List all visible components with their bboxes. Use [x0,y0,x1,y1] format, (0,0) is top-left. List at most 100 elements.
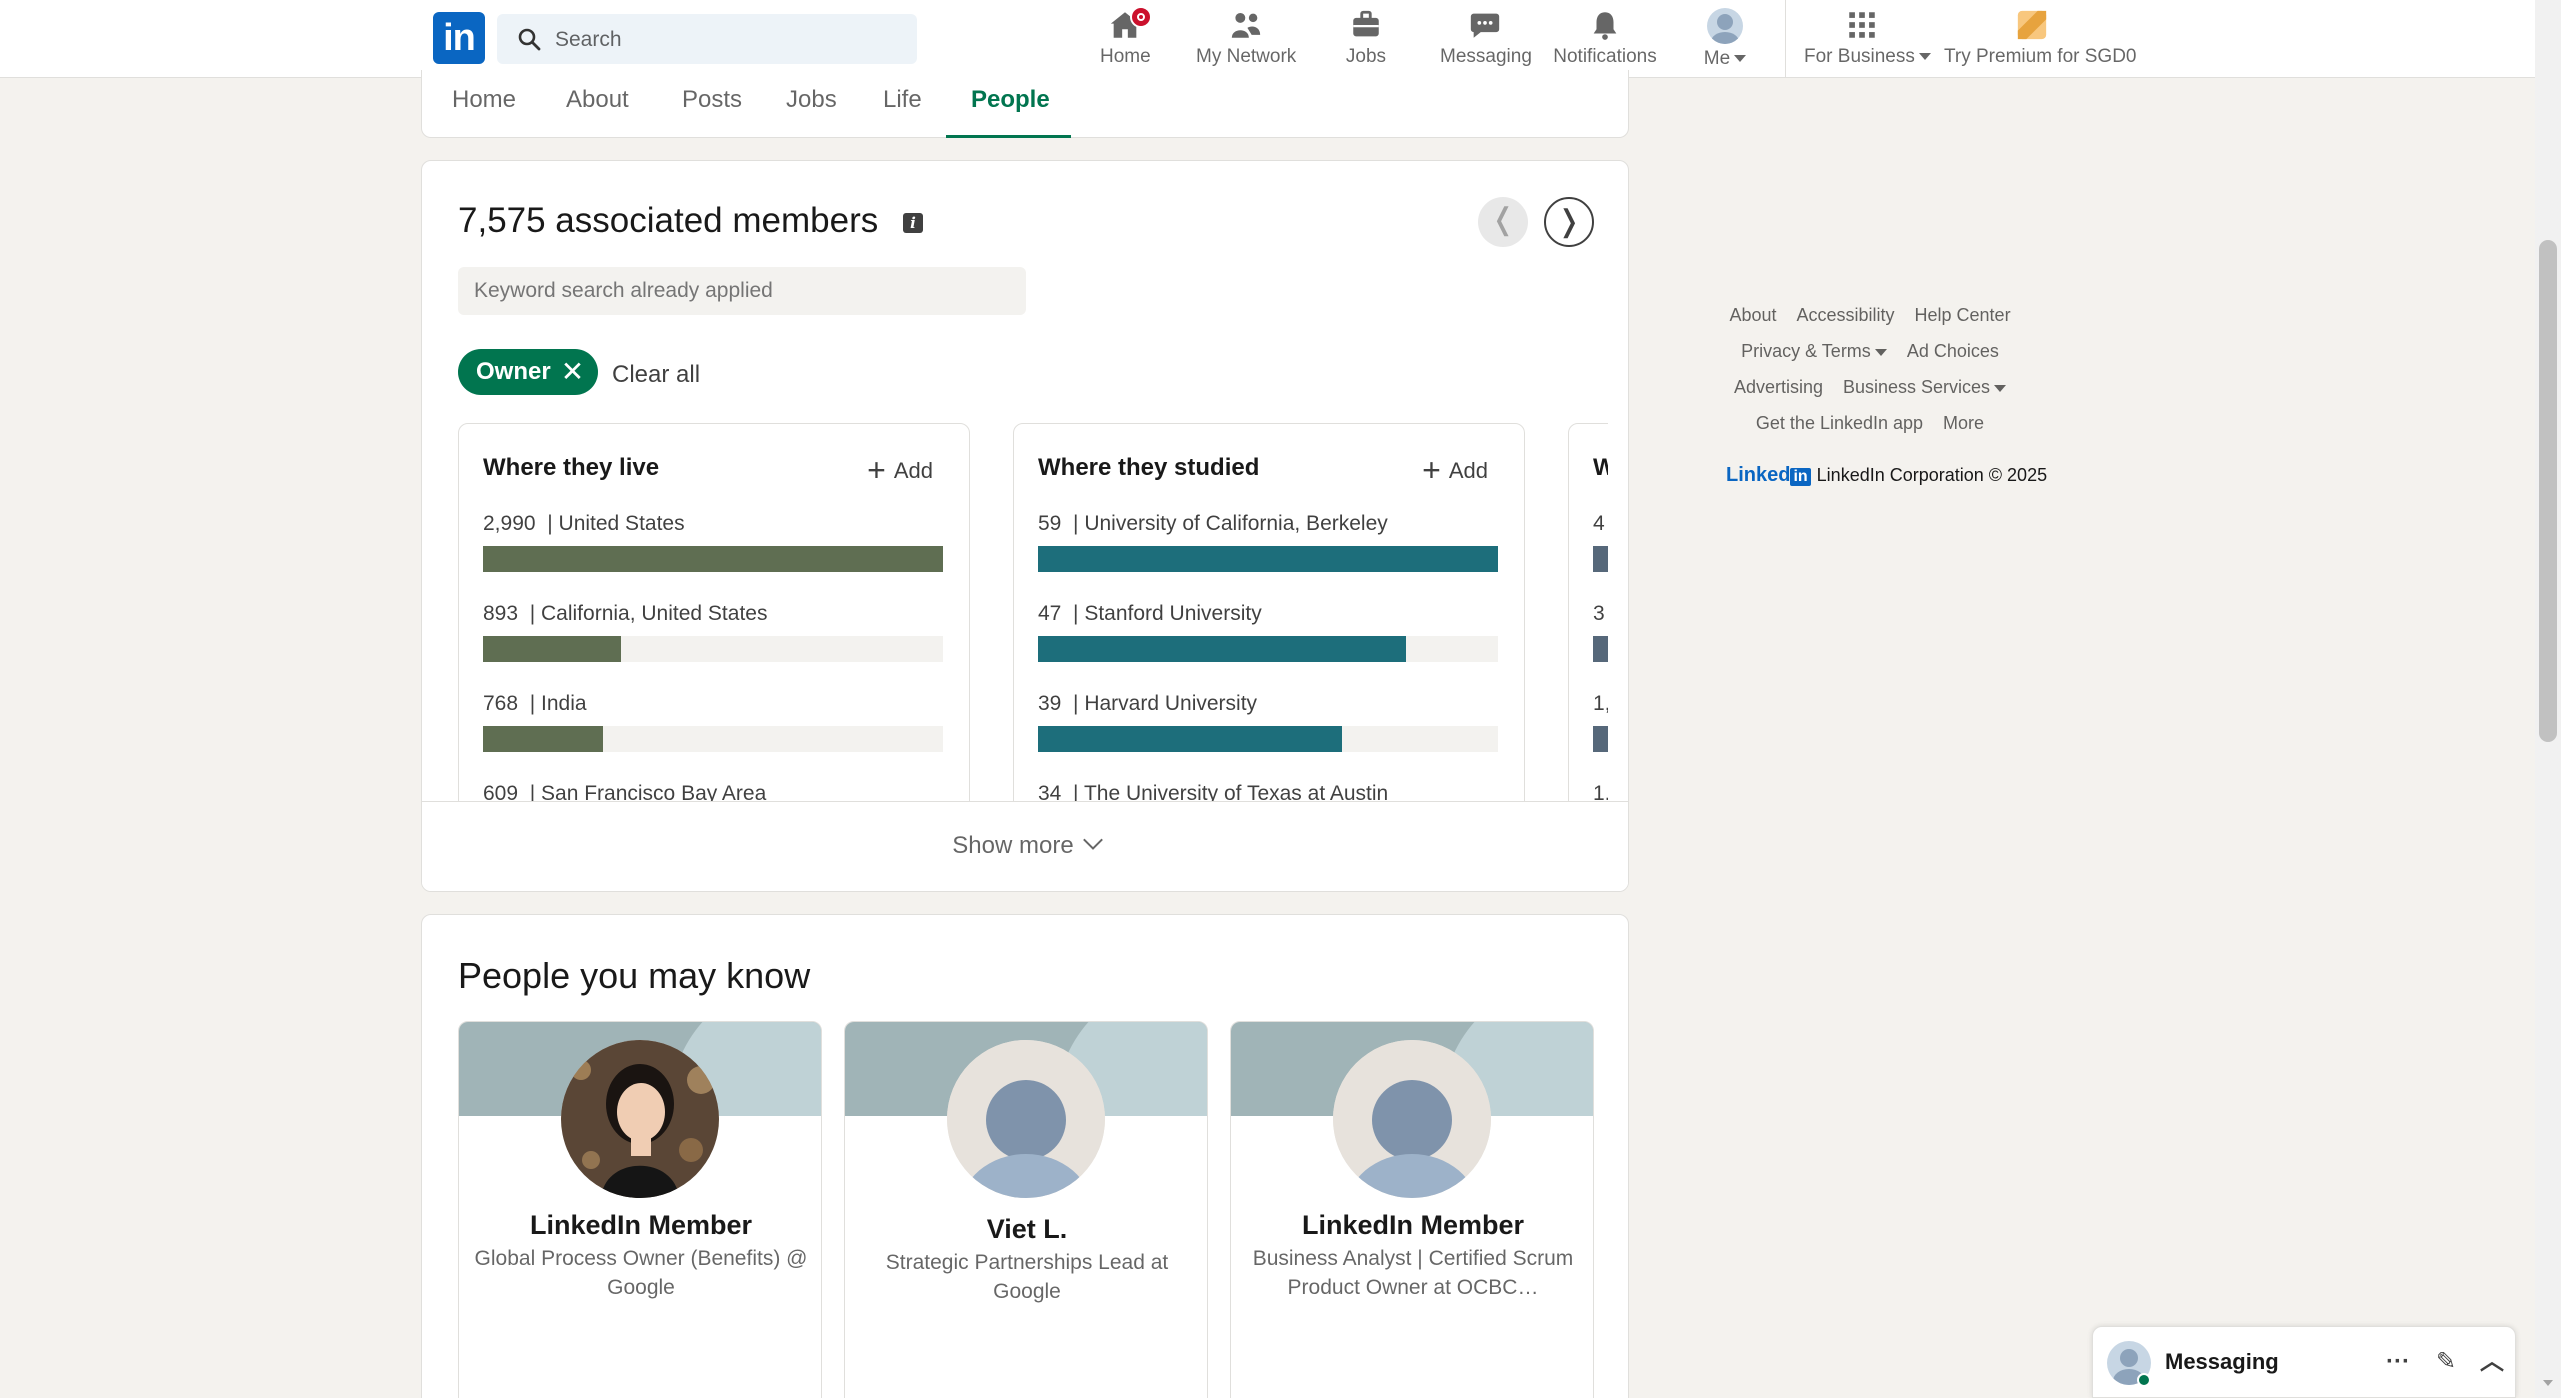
nav-messaging[interactable]: Messaging [1440,8,1532,70]
search-icon [518,28,541,51]
person-name[interactable]: LinkedIn Member [459,1210,821,1241]
info-icon[interactable]: i [903,213,923,233]
footer-link-help-center[interactable]: Help Center [1915,305,2011,325]
insight-bar-track [483,726,943,752]
keyword-search-input[interactable] [458,267,1026,315]
nav-label: Jobs [1345,46,1387,67]
nav-label: Notifications [1553,46,1657,67]
global-nav: in Search Home My Network Jobs Messaging… [0,0,2561,78]
messaging-overlay[interactable]: Messaging ··· ✎ ︿ [2092,1326,2516,1398]
clear-all-button[interactable]: Clear all [612,361,700,389]
tab-people[interactable]: People [971,86,1050,114]
add-button[interactable]: + Add [1422,452,1488,489]
network-icon [1231,12,1261,38]
scrollbar-thumb[interactable] [2539,240,2557,742]
insight-row-text: 39 | Harvard University [1038,692,1258,715]
insight-row-text: 59 | University of California, Berkeley [1038,512,1388,535]
person-card[interactable]: LinkedIn Member Global Process Owner (Be… [458,1021,822,1398]
online-status-dot [2137,1373,2151,1387]
nav-jobs[interactable]: Jobs [1341,8,1391,70]
person-name[interactable]: Viet L. [845,1214,1207,1245]
premium-icon [2017,10,2047,40]
chevron-down-icon [1082,830,1103,850]
insight-row[interactable]: 893 | California, United States [483,602,943,662]
footer-link-get-app[interactable]: Get the LinkedIn app [1756,413,1923,433]
filter-pill-label: Owner [476,358,551,385]
copyright: Linked in LinkedIn Corporation © 2025 [1726,464,2047,487]
person-card[interactable]: LinkedIn Member Business Analyst | Certi… [1230,1021,1594,1398]
people-you-may-know-card: People you may know LinkedIn Member Glob… [421,914,1629,1398]
insight-bar-fill [1038,636,1406,662]
profile-photo-placeholder[interactable] [1333,1040,1491,1198]
avatar [1707,8,1743,44]
person-headline: Business Analyst | Certified Scrum Produ… [1252,1247,1574,1299]
insight-row[interactable]: 2,990 | United States [483,512,943,572]
person-placeholder-icon [947,1040,1105,1198]
tab-home[interactable]: Home [452,86,516,114]
nav-my-network[interactable]: My Network [1196,8,1296,70]
linkedin-logo[interactable]: in [433,12,485,64]
insight-row[interactable]: 47 | Stanford University [1038,602,1498,662]
pymk-title: People you may know [458,955,811,996]
person-name[interactable]: LinkedIn Member [1231,1210,1593,1241]
tab-about[interactable]: About [566,86,629,114]
nav-try-premium[interactable]: Try Premium for SGD0 [1944,8,2137,70]
insight-row[interactable]: 59 | University of California, Berkeley [1038,512,1498,572]
tab-posts[interactable]: Posts [682,86,742,114]
footer-link-accessibility[interactable]: Accessibility [1796,305,1894,325]
tab-life[interactable]: Life [883,86,922,114]
add-button[interactable]: + Add [867,452,933,489]
insight-row-text: 2,990 | United States [483,512,685,535]
nav-label: My Network [1196,46,1297,67]
chevron-up-icon[interactable]: ︿ [2477,1347,2507,1377]
nav-for-business[interactable]: For Business [1804,8,1931,70]
plus-icon: + [867,452,886,488]
tab-jobs[interactable]: Jobs [786,86,837,114]
profile-photo-placeholder[interactable] [947,1040,1105,1198]
show-more-button[interactable]: Show more [952,830,1103,860]
bell-icon [1593,12,1617,40]
insight-bar-track [1038,726,1498,752]
person-card[interactable]: Viet L. Strategic Partnerships Lead at G… [844,1021,1208,1398]
profile-photo[interactable] [561,1040,719,1198]
caret-down-icon [1994,384,2007,392]
nav-home[interactable]: Home [1100,6,1152,70]
nav-me[interactable]: Me [1698,8,1752,70]
page-scrollbar[interactable] [2535,0,2561,1398]
prev-arrow-button[interactable]: ❬ [1478,197,1528,247]
insight-row[interactable]: 768 | India [483,692,943,752]
company-tabs: Home About Posts Jobs Life People [421,70,1629,138]
caret-down-icon [1918,53,1931,61]
footer-link-privacy-terms[interactable]: Privacy & Terms [1741,341,1887,361]
associated-members-card: 7,575 associated members i ❬ ❭ Owner ✕ Cl… [421,160,1629,892]
owner-filter-pill[interactable]: Owner ✕ [458,349,599,395]
nav-label: Me [1703,48,1731,69]
insight-bar-track [483,636,943,662]
nav-label: Messaging [1440,46,1532,67]
members-count-title: 7,575 associated members [458,201,879,240]
insight-title: Where they live [483,454,660,481]
briefcase-icon [1353,10,1379,37]
search-box[interactable]: Search [497,14,917,64]
nav-divider [1785,0,1786,78]
person-headline: Strategic Partnerships Lead at Google [885,1251,1169,1303]
close-icon[interactable]: ✕ [561,349,584,395]
grid-icon [1849,12,1875,38]
footer-link-business-services[interactable]: Business Services [1843,377,2007,397]
insight-bar-track [1038,636,1498,662]
footer-link-advertising[interactable]: Advertising [1734,377,1823,397]
insight-row[interactable]: 39 | Harvard University [1038,692,1498,752]
notification-badge [1130,6,1152,28]
footer-link-about[interactable]: About [1729,305,1776,325]
footer-link-ad-choices[interactable]: Ad Choices [1907,341,1999,361]
nav-notifications[interactable]: Notifications [1552,8,1658,70]
messaging-label[interactable]: Messaging [2165,1349,2279,1375]
scroll-down-arrow-icon[interactable] [2543,1380,2553,1386]
compose-icon[interactable]: ✎ [2431,1347,2461,1377]
next-arrow-button[interactable]: ❭ [1544,197,1594,247]
footer-link-more[interactable]: More [1943,413,1984,433]
insight-bar-track [1038,546,1498,572]
more-options-icon[interactable]: ··· [2383,1347,2413,1377]
show-more-bar: Show more [422,801,1628,891]
person-placeholder-icon [1333,1040,1491,1198]
